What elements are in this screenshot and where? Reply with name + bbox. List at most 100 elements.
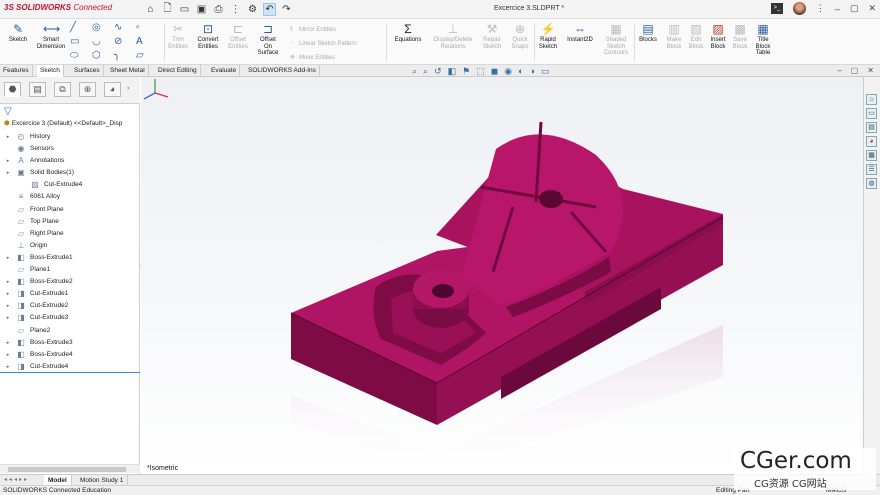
custom-properties-icon[interactable]: ☰ (866, 164, 877, 175)
expand-arrow-icon[interactable]: ▸ (4, 288, 12, 300)
resources-icon[interactable]: ⌂ (866, 94, 877, 105)
graphics-area[interactable]: *Isometric (141, 77, 863, 474)
tab-direct-editing[interactable]: Direct Editing (155, 65, 201, 77)
display-style-icon[interactable]: ◼ (491, 66, 498, 76)
feature-tree-tab-icon[interactable]: ⬣ (4, 82, 21, 97)
zoom-fit-icon[interactable]: ⌕ (412, 66, 417, 76)
tree-item[interactable]: ≡ 6061 Alloy (0, 191, 140, 203)
title-block-table-button[interactable]: ▦ Title Block Table (745, 22, 781, 57)
scrollbar-thumb[interactable] (8, 467, 126, 472)
offset-on-surface-button[interactable]: ⊐ Offset On Surface (250, 22, 286, 57)
redo-icon[interactable]: ↷ (280, 3, 293, 16)
expand-arrow-icon[interactable]: ▸ (4, 167, 12, 179)
terminal-icon[interactable]: >_ (770, 3, 783, 14)
expand-arrow-icon[interactable]: ▸ (4, 337, 12, 349)
spline-icon[interactable]: ∿ (114, 22, 136, 33)
tab-evaluate[interactable]: Evaluate (208, 65, 241, 77)
sketch-button[interactable]: ✎ Sketch (0, 22, 36, 44)
tab-sheet-metal[interactable]: Sheet Metal (107, 65, 149, 77)
shaded-contours-button[interactable]: ▦ Shaded Sketch Contours (598, 22, 634, 57)
design-library-icon[interactable]: ▭ (866, 108, 877, 119)
dimxpert-tab-icon[interactable]: ⊕ (79, 82, 96, 97)
linear-pattern-button[interactable]: ⁘ Linear Sketch Pattern (290, 37, 357, 51)
part-model[interactable] (141, 77, 863, 474)
circle-icon[interactable]: ◎ (92, 22, 114, 33)
traffic-light-icon[interactable]: ⋮ (229, 3, 242, 16)
move-entities-button[interactable]: ✥ Move Entities (290, 51, 357, 65)
scene-icon[interactable]: ◑ (530, 66, 535, 76)
tab-sketch[interactable]: Sketch (37, 65, 64, 77)
options-icon[interactable]: ⚙ (246, 3, 259, 16)
close-icon[interactable]: ✕ (868, 3, 876, 14)
tree-item[interactable]: ◉ Sensors (0, 143, 140, 155)
point-icon[interactable]: ▫ (136, 22, 158, 33)
maximize-icon[interactable]: ▢ (850, 3, 859, 14)
view-settings-icon[interactable]: ▭ (541, 66, 550, 76)
tree-item[interactable]: ▸ ◧ Boss-Extrude2 (0, 276, 140, 288)
tree-item[interactable]: ▱ Right Plane (0, 228, 140, 240)
mirror-entities-button[interactable]: ⫴ Mirror Entities (290, 23, 357, 37)
tree-item[interactable]: ▸ ▣ Solid Bodies(1) (0, 167, 140, 179)
expand-arrow-icon[interactable]: ▸ (4, 252, 12, 264)
equations-button[interactable]: Σ Equations (390, 22, 426, 44)
instant2d-button[interactable]: ⇔ Instant2D (562, 22, 598, 44)
tree-item[interactable]: ⊥ Origin (0, 240, 140, 252)
slot-icon[interactable]: ⬭ (70, 50, 92, 61)
tree-item[interactable]: ▸ ◧ Boss-Extrude3 (0, 337, 140, 349)
minimize-icon[interactable]: – (835, 4, 840, 14)
fillet-icon[interactable]: ╮ (114, 50, 136, 61)
zoom-area-icon[interactable]: ⌕ (423, 66, 428, 76)
expand-arrow-icon[interactable]: ▸ (4, 300, 12, 312)
new-file-icon[interactable]: 🗋 (161, 3, 174, 16)
avatar[interactable] (792, 2, 806, 15)
expand-arrow-icon[interactable]: ▸ (4, 361, 12, 373)
smart-dimension-button[interactable]: ⟷ Smart Dimension (32, 22, 70, 50)
solidworks-forum-icon[interactable]: ◍ (866, 178, 877, 189)
property-manager-tab-icon[interactable]: ▤ (29, 82, 46, 97)
tree-item[interactable]: ▸ A Annotations (0, 155, 140, 167)
text-icon[interactable]: A (136, 36, 158, 47)
home-icon[interactable]: ⌂ (144, 3, 157, 16)
tree-root[interactable]: ⬢ Excercice 3 (Default) <<Default>_Disp (4, 119, 140, 127)
expand-arrow-icon[interactable]: ▸ (4, 349, 12, 361)
previous-view-icon[interactable]: ↺ (434, 66, 442, 76)
expand-arrow-icon[interactable]: ▸ (4, 131, 12, 143)
tree-item[interactable]: ▸ ◧ Boss-Extrude4 (0, 349, 140, 361)
rapid-sketch-button[interactable]: ⚡ Rapid Sketch (530, 22, 566, 50)
doc-restore-icon[interactable]: ▢ (851, 66, 859, 76)
tab-surfaces[interactable]: Surfaces (71, 65, 104, 77)
filter-icon[interactable]: ▽ (4, 106, 12, 117)
display-manager-tab-icon[interactable]: ◕ (104, 82, 121, 97)
undo-icon[interactable]: ↶ (263, 3, 276, 16)
panel-more-icon[interactable]: › (127, 85, 129, 92)
tree-item[interactable]: ▸ ◨ Cut-Extrude2 (0, 300, 140, 312)
tree-item[interactable]: ▸ ◴ History (0, 131, 140, 143)
configuration-manager-tab-icon[interactable]: ⧉ (54, 82, 71, 97)
doc-minimize-icon[interactable]: – (837, 66, 841, 76)
rectangle-icon[interactable]: ▭ (70, 36, 92, 47)
appearances-icon[interactable]: ◕ (866, 136, 877, 147)
hide-show-icon[interactable]: ◉ (504, 66, 512, 76)
expand-arrow-icon[interactable]: ▸ (4, 276, 12, 288)
tree-item[interactable]: ▸ ◨ Cut-Extrude4 (0, 361, 140, 373)
plane-sketch-icon[interactable]: ▱ (136, 50, 158, 61)
tab-addins[interactable]: SOLIDWORKS Add-Ins (245, 65, 320, 77)
dynamic-annotation-icon[interactable]: ⚑ (462, 66, 470, 76)
save-icon[interactable]: ▣ (195, 3, 208, 16)
section-view-icon[interactable]: ◧ (448, 66, 457, 76)
tree-item[interactable]: ▱ Top Plane (0, 216, 140, 228)
tree-item[interactable]: ▨ Cut-Extrude4 (0, 179, 140, 191)
print-icon[interactable]: ⎙ (212, 3, 225, 16)
file-explorer-icon[interactable]: ▤ (866, 122, 877, 133)
doc-close-icon[interactable]: ✕ (867, 66, 874, 76)
expand-arrow-icon[interactable]: ▸ (4, 155, 12, 167)
view-orientation-icon[interactable]: ⬚ (476, 66, 485, 76)
edit-appearance-icon[interactable]: ◐ (518, 66, 523, 76)
panel-horizontal-scrollbar[interactable] (0, 464, 140, 473)
arc-icon[interactable]: ◡ (92, 36, 114, 47)
tree-item[interactable]: ▱ Plane1 (0, 264, 140, 276)
ellipse-icon[interactable]: ⊘ (114, 36, 136, 47)
tree-item[interactable]: ▱ Front Plane (0, 204, 140, 216)
view-palette-icon[interactable]: ▦ (866, 150, 877, 161)
line-icon[interactable]: ╱ (70, 22, 92, 33)
